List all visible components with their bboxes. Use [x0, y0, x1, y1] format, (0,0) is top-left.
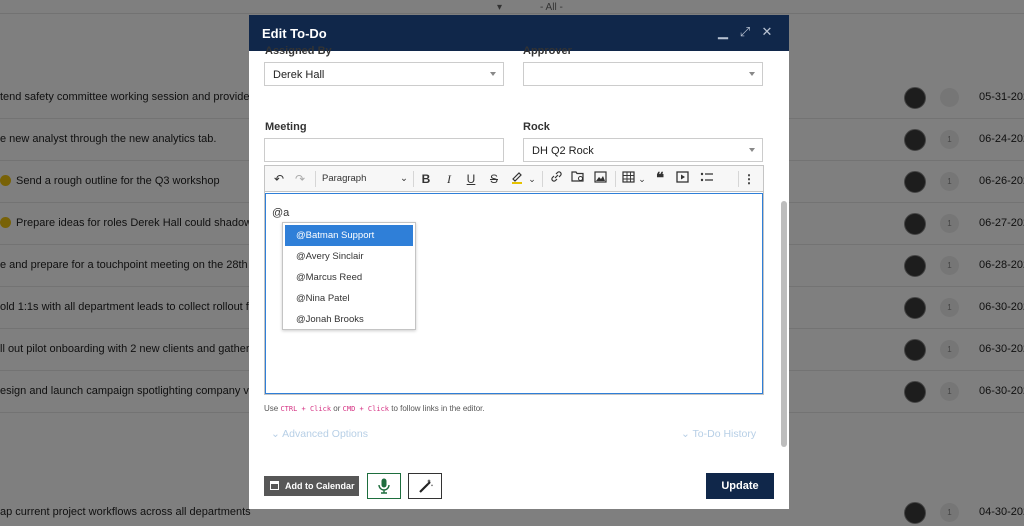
- mention-option[interactable]: @Jonah Brooks: [285, 309, 413, 330]
- advanced-options-label: Advanced Options: [282, 428, 368, 440]
- underline-icon[interactable]: U: [463, 170, 479, 188]
- editor-content[interactable]: @a @Batman Support @Avery Sinclair @Marcus…: [265, 193, 763, 394]
- microphone-icon: [378, 478, 390, 494]
- rich-text-editor: ↶ ↷ Paragraph ⌄ B I U S ⌄ ⌄ ❝ ⋮ @a @Batm…: [264, 165, 764, 395]
- mention-option[interactable]: @Batman Support: [285, 225, 413, 246]
- hint-text: or: [333, 404, 341, 413]
- rock-label: Rock: [523, 121, 550, 133]
- meeting-input[interactable]: [264, 138, 504, 162]
- undo-icon[interactable]: ↶: [271, 170, 287, 188]
- chevron-down-icon[interactable]: ⌄: [637, 170, 647, 188]
- redo-icon[interactable]: ↷: [292, 170, 308, 188]
- minimize-icon[interactable]: ▁: [715, 24, 731, 40]
- hint-text: Use: [264, 404, 279, 413]
- more-options-icon[interactable]: ⋮: [743, 170, 755, 188]
- toolbar-divider: [542, 171, 543, 187]
- toolbar-divider: [315, 171, 316, 187]
- mention-option[interactable]: @Avery Sinclair: [285, 246, 413, 267]
- todo-history-toggle[interactable]: ⌄ To-Do History: [681, 428, 756, 440]
- chevron-down-icon: ⌄: [681, 428, 690, 440]
- caret-down-icon: [490, 72, 496, 76]
- toolbar-divider: [413, 171, 414, 187]
- chevron-down-icon[interactable]: ⌄: [527, 170, 537, 188]
- editor-hint: Use CTRL + Click or CMD + Click to follo…: [264, 404, 485, 413]
- link-icon[interactable]: [548, 170, 564, 188]
- highlight-icon[interactable]: [509, 170, 525, 188]
- paragraph-label: Paragraph: [322, 173, 367, 184]
- caret-down-icon: [749, 72, 755, 76]
- hint-text: to follow links in the editor.: [391, 404, 485, 413]
- mention-dropdown: @Batman Support @Avery Sinclair @Marcus Re…: [282, 222, 416, 330]
- magic-wand-icon: [419, 479, 433, 493]
- bold-icon[interactable]: B: [418, 170, 434, 188]
- calendar-icon: [270, 481, 279, 490]
- chevron-down-icon: ⌄: [271, 428, 280, 440]
- ai-assist-button[interactable]: [408, 473, 442, 499]
- bulleted-list-icon[interactable]: [699, 170, 715, 188]
- strikethrough-icon[interactable]: S: [486, 170, 502, 188]
- folder-image-icon[interactable]: [570, 170, 586, 188]
- update-button[interactable]: Update: [706, 473, 774, 499]
- assigned-by-label: Assigned By: [265, 45, 332, 57]
- editor-text: @a: [272, 207, 290, 219]
- modal-title: Edit To-Do: [262, 26, 327, 41]
- image-upload-icon[interactable]: [593, 170, 609, 188]
- caret-down-icon: [749, 148, 755, 152]
- mention-option[interactable]: @Marcus Reed: [285, 267, 413, 288]
- rock-value: DH Q2 Rock: [532, 145, 594, 157]
- hint-kbd: CMD + Click: [342, 405, 389, 413]
- rock-select[interactable]: DH Q2 Rock: [523, 138, 763, 162]
- toolbar-divider: [615, 171, 616, 187]
- add-to-calendar-label: Add to Calendar: [285, 481, 355, 491]
- close-icon[interactable]: ✕: [759, 24, 775, 40]
- table-icon[interactable]: [620, 170, 636, 188]
- add-to-calendar-button[interactable]: Add to Calendar: [264, 476, 359, 496]
- voice-input-button[interactable]: [367, 473, 401, 499]
- paragraph-dropdown[interactable]: Paragraph ⌄: [322, 170, 408, 188]
- assigned-by-select[interactable]: Derek Hall: [264, 62, 504, 86]
- approver-label: Approver: [523, 45, 572, 57]
- assigned-by-value: Derek Hall: [273, 69, 325, 81]
- italic-icon[interactable]: I: [441, 170, 457, 188]
- blockquote-icon[interactable]: ❝: [652, 170, 668, 188]
- toolbar-divider: [738, 171, 739, 187]
- advanced-options-toggle[interactable]: ⌄ Advanced Options: [271, 428, 368, 440]
- todo-history-label: To-Do History: [692, 428, 757, 440]
- hint-kbd: CTRL + Click: [280, 405, 332, 413]
- mention-option[interactable]: @Nina Patel: [285, 288, 413, 309]
- chevron-down-icon: ⌄: [400, 173, 408, 184]
- scrollbar-thumb[interactable]: [781, 201, 787, 447]
- media-embed-icon[interactable]: [674, 170, 690, 188]
- editor-toolbar: ↶ ↷ Paragraph ⌄ B I U S ⌄ ⌄ ❝ ⋮: [265, 166, 763, 192]
- modal-body: Assigned By Approver Derek Hall Meeting …: [249, 45, 789, 509]
- edit-todo-modal: Edit To-Do ▁ ⤢ ✕ Assigned By Approver De…: [249, 15, 789, 509]
- meeting-label: Meeting: [265, 121, 307, 133]
- expand-icon[interactable]: ⤢: [737, 24, 753, 40]
- approver-select[interactable]: [523, 62, 763, 86]
